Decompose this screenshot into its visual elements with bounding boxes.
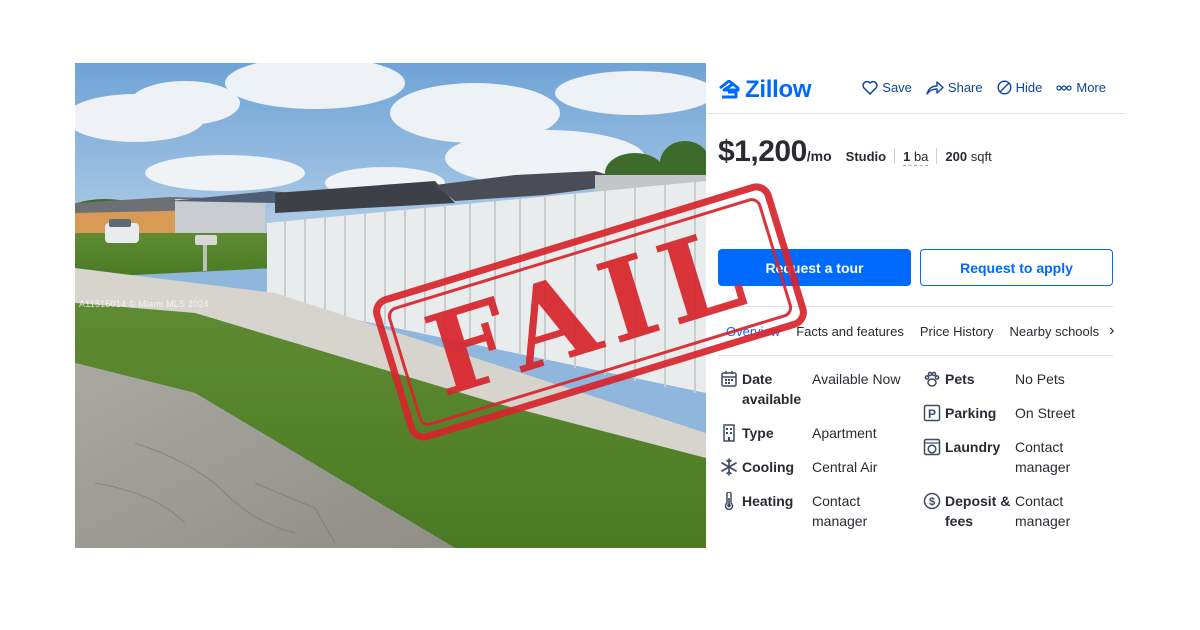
fact-value: Contact manager xyxy=(812,493,868,529)
fact-label: Cooling xyxy=(742,459,795,475)
share-button[interactable]: Share xyxy=(926,80,983,95)
washer-icon xyxy=(923,438,941,456)
tab-nearby-schools[interactable]: Nearby schools xyxy=(1002,324,1108,339)
zillow-logo-icon xyxy=(719,80,740,99)
fact-label: Deposit & fees xyxy=(945,493,1011,529)
thermometer-icon xyxy=(724,492,734,510)
zillow-logo-text: Zillow xyxy=(745,76,812,103)
more-icon xyxy=(1056,84,1072,91)
fact-label: Type xyxy=(742,425,774,441)
fact-type: Type Apartment xyxy=(720,423,904,443)
fact-label: Pets xyxy=(945,371,975,387)
price: $1,200 xyxy=(718,135,807,168)
fact-deposit-fees: $ Deposit & fees Contact manager xyxy=(923,491,1107,531)
photo-watermark: A11515014 © Miami MLS 2024 xyxy=(79,299,209,309)
tab-price-history[interactable]: Price History xyxy=(912,324,1002,339)
listing-panel: Zillow Save Share Hide More $1,200 /mo S… xyxy=(706,63,1126,548)
svg-text:$: $ xyxy=(929,496,935,508)
share-label: Share xyxy=(947,80,983,95)
bed-count: Studio xyxy=(845,149,887,164)
fact-value: On Street xyxy=(1015,405,1075,421)
fact-pets: Pets No Pets xyxy=(923,369,1107,389)
chevron-right-icon[interactable]: › xyxy=(1109,322,1114,340)
tab-facts-features[interactable]: Facts and features xyxy=(788,324,912,339)
heart-icon xyxy=(862,80,878,95)
parking-icon: P xyxy=(923,404,941,422)
fact-cooling: Cooling Central Air xyxy=(720,457,904,477)
paw-icon xyxy=(924,371,940,387)
bath-count[interactable]: 1 ba xyxy=(903,149,929,166)
hide-label: Hide xyxy=(1015,80,1043,95)
svg-text:P: P xyxy=(928,407,936,421)
share-icon xyxy=(926,80,944,95)
hide-icon xyxy=(997,80,1012,95)
fact-laundry: Laundry Contact manager xyxy=(923,437,1107,477)
fact-value: Available Now xyxy=(812,371,901,387)
sqft: 200 sqft xyxy=(945,149,992,164)
deposit-icon: $ xyxy=(923,492,941,510)
save-label: Save xyxy=(882,80,912,95)
more-button[interactable]: More xyxy=(1056,80,1106,95)
price-period: /mo xyxy=(806,148,832,164)
save-button[interactable]: Save xyxy=(862,80,912,95)
request-tour-button[interactable]: Request a tour xyxy=(718,249,911,286)
divider xyxy=(936,148,938,164)
more-label: More xyxy=(1076,80,1106,95)
fact-value: Central Air xyxy=(812,459,878,475)
listing-photo[interactable]: A11515014 © Miami MLS 2024 xyxy=(75,63,706,548)
fact-heating: Heating Contact manager xyxy=(720,491,904,531)
calendar-icon xyxy=(721,371,737,387)
fact-label: Parking xyxy=(945,405,997,421)
fact-date-available: Date available Available Now xyxy=(720,369,904,409)
zillow-logo[interactable]: Zillow xyxy=(718,76,812,104)
listing-actions: Save Share Hide More xyxy=(862,80,1106,95)
fact-parking: P Parking On Street xyxy=(923,403,1107,423)
price-summary: $1,200 /mo Studio 1 ba 200 sqft xyxy=(718,135,992,169)
fact-value: Apartment xyxy=(812,425,877,441)
hide-button[interactable]: Hide xyxy=(997,80,1043,95)
fact-value: Contact manager xyxy=(1015,493,1071,529)
listing-tabs: Overview Facts and features Price Histor… xyxy=(718,306,1114,356)
fact-value: No Pets xyxy=(1015,371,1065,387)
fact-label: Date available xyxy=(742,371,802,407)
listing-header: Zillow Save Share Hide More xyxy=(706,63,1126,114)
request-apply-button[interactable]: Request to apply xyxy=(920,249,1113,286)
fact-label: Heating xyxy=(742,493,794,509)
divider xyxy=(894,148,896,164)
fact-label: Laundry xyxy=(945,439,1001,455)
fact-value: Contact manager xyxy=(1015,439,1071,475)
snowflake-icon xyxy=(721,458,737,476)
building-icon xyxy=(723,424,735,442)
tab-overview[interactable]: Overview xyxy=(718,324,788,339)
